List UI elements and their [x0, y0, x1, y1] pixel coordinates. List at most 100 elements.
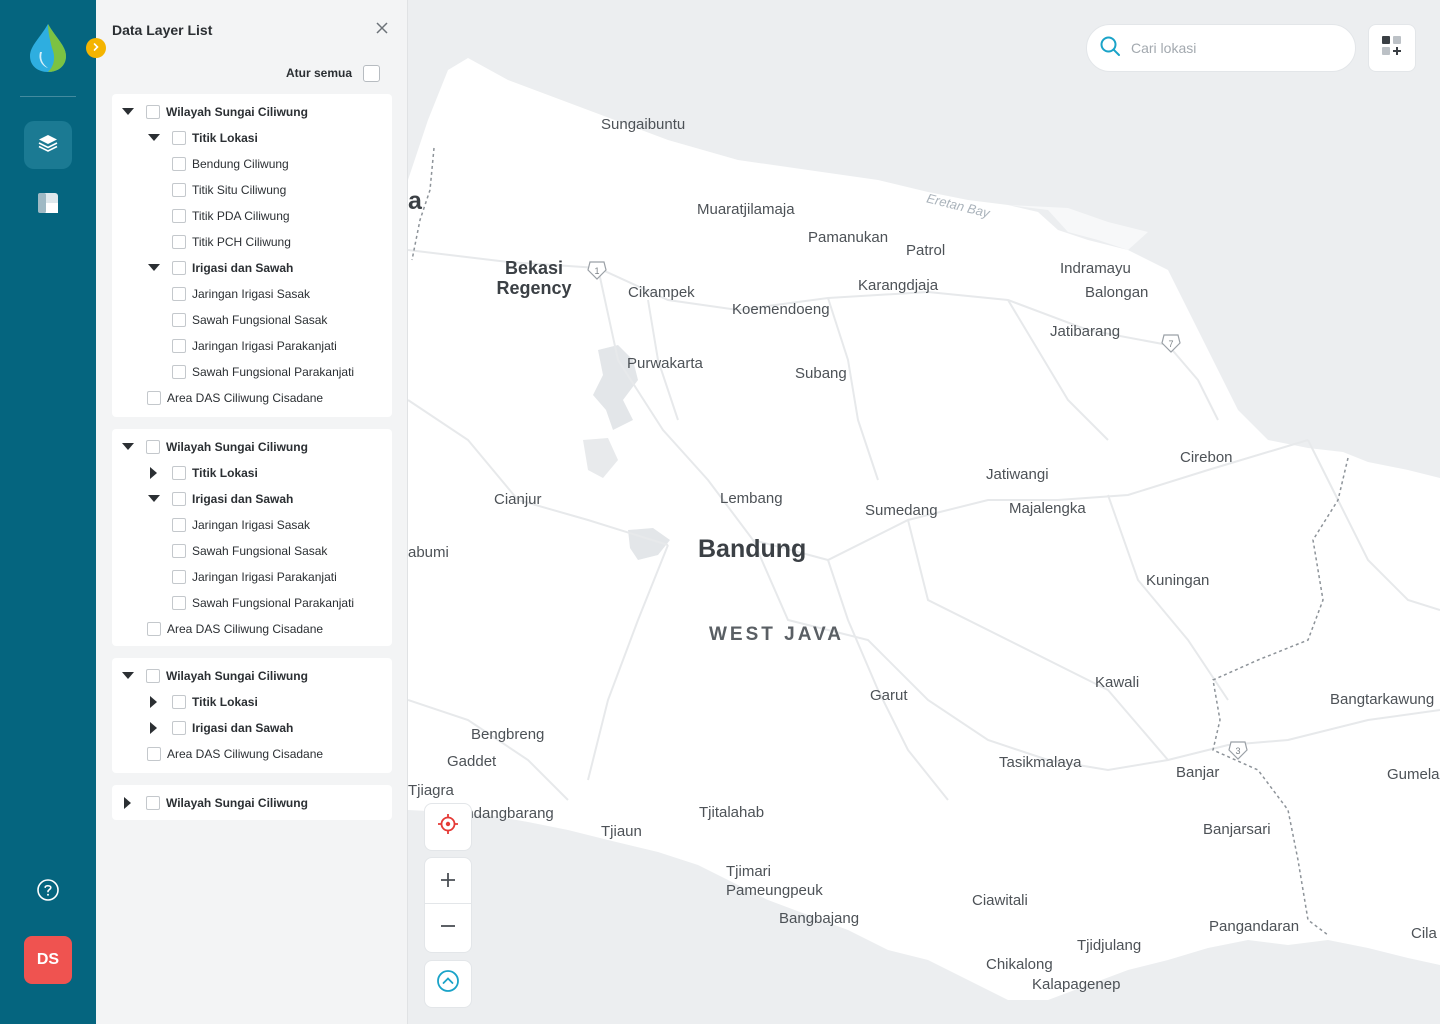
layer-item[interactable]: Titik PDA Ciliwung: [172, 203, 290, 229]
map-label: Bangbajang: [779, 910, 860, 927]
expand-panel-button[interactable]: [86, 38, 106, 58]
caret-right-icon[interactable]: [147, 721, 161, 735]
checkbox[interactable]: [172, 721, 186, 735]
checkbox[interactable]: [172, 209, 186, 223]
zoom-in-button[interactable]: [425, 858, 471, 904]
map-label: Muaratjilamaja: [697, 201, 795, 218]
layer-item[interactable]: Area DAS Ciliwung Cisadane: [147, 741, 323, 767]
caret-right-icon[interactable]: [147, 466, 161, 480]
search-input[interactable]: [1131, 40, 1331, 56]
checkbox[interactable]: [146, 669, 160, 683]
user-avatar[interactable]: DS: [24, 936, 72, 984]
locate-me-button[interactable]: [424, 803, 472, 851]
checkbox[interactable]: [172, 695, 186, 709]
zoom-out-button[interactable]: [425, 904, 471, 950]
search-icon: [1099, 35, 1121, 62]
map-label: Koemendoeng: [732, 301, 830, 318]
subgroup-item[interactable]: Irigasi dan Sawah: [172, 715, 293, 741]
checkbox[interactable]: [172, 544, 186, 558]
layer-item[interactable]: Area DAS Ciliwung Cisadane: [147, 385, 323, 411]
caret-down-icon[interactable]: [121, 105, 135, 119]
map-label: Sungaibuntu: [601, 116, 686, 133]
set-all-label: Atur semua: [286, 66, 353, 80]
map-label: Patrol: [906, 242, 946, 259]
map-label: Gumela: [1387, 766, 1440, 783]
checkbox[interactable]: [172, 261, 186, 275]
road-shield-label: 1: [594, 266, 599, 276]
subgroup-item[interactable]: Irigasi dan Sawah: [172, 486, 293, 512]
layer-item[interactable]: Sawah Fungsional Parakanjati: [172, 359, 354, 385]
map-canvas[interactable]: 1 7 3 Sungaibuntu Muaratjilamaja Eretan …: [408, 0, 1440, 1024]
compass-button[interactable]: [424, 960, 472, 1008]
subgroup-item[interactable]: Titik Lokasi: [172, 460, 258, 486]
checkbox[interactable]: [172, 287, 186, 301]
set-all-checkbox[interactable]: [363, 65, 380, 82]
data-layer-panel: Data Layer List Atur semua Wilayah Sunga…: [96, 0, 408, 1024]
layer-item[interactable]: Bendung Ciliwung: [172, 151, 289, 177]
panel-title: Data Layer List: [112, 22, 213, 38]
layer-item[interactable]: Titik Situ Ciliwung: [172, 177, 286, 203]
layer-item[interactable]: Jaringan Irigasi Parakanjati: [172, 564, 337, 590]
zoom-controls: [424, 857, 472, 953]
layer-item[interactable]: Titik PCH Ciliwung: [172, 229, 291, 255]
checkbox[interactable]: [172, 596, 186, 610]
group-item[interactable]: Wilayah Sungai Ciliwung: [146, 790, 308, 816]
location-search-bar[interactable]: [1086, 24, 1356, 72]
checkbox[interactable]: [172, 518, 186, 532]
checkbox[interactable]: [147, 622, 161, 636]
plus-icon: [440, 868, 456, 894]
close-icon: [376, 21, 388, 39]
checkbox[interactable]: [172, 570, 186, 584]
layer-item[interactable]: Jaringan Irigasi Parakanjati: [172, 333, 337, 359]
reset-north-button[interactable]: [425, 961, 471, 1007]
crosshair-icon: [437, 813, 459, 841]
map-label: Balongan: [1085, 284, 1149, 301]
group-item[interactable]: Wilayah Sungai Ciliwung: [146, 663, 308, 689]
checkbox[interactable]: [172, 492, 186, 506]
checkbox[interactable]: [146, 440, 160, 454]
subgroup-item[interactable]: Titik Lokasi: [172, 689, 258, 715]
group-item[interactable]: Wilayah Sungai Ciliwung: [146, 434, 308, 460]
add-widget-icon: [1381, 35, 1403, 62]
subgroup-item[interactable]: Titik Lokasi: [172, 125, 258, 151]
caret-down-icon[interactable]: [121, 669, 135, 683]
help-button[interactable]: [24, 868, 72, 916]
map-label: Bengbreng: [471, 726, 545, 743]
checkbox[interactable]: [172, 131, 186, 145]
checkbox[interactable]: [172, 183, 186, 197]
checkbox[interactable]: [172, 466, 186, 480]
checkbox[interactable]: [172, 157, 186, 171]
checkbox[interactable]: [172, 313, 186, 327]
checkbox[interactable]: [172, 339, 186, 353]
layer-item[interactable]: Sawah Fungsional Sasak: [172, 307, 327, 333]
map-label: Chikalong: [986, 956, 1053, 973]
subgroup-item[interactable]: Irigasi dan Sawah: [172, 255, 293, 281]
caret-right-icon[interactable]: [147, 695, 161, 709]
close-panel-button[interactable]: [374, 22, 390, 38]
basemap-nav-button[interactable]: [24, 181, 72, 229]
layer-item[interactable]: Jaringan Irigasi Sasak: [172, 281, 310, 307]
layer-item[interactable]: Sawah Fungsional Sasak: [172, 538, 327, 564]
layers-nav-button[interactable]: [24, 121, 72, 169]
checkbox[interactable]: [146, 105, 160, 119]
map-label: Garut: [870, 687, 908, 704]
add-layer-button[interactable]: [1368, 24, 1416, 72]
checkbox[interactable]: [146, 796, 160, 810]
caret-down-icon[interactable]: [147, 261, 161, 275]
group-item[interactable]: Wilayah Sungai Ciliwung: [146, 99, 308, 125]
caret-down-icon[interactable]: [121, 440, 135, 454]
caret-down-icon[interactable]: [147, 131, 161, 145]
checkbox[interactable]: [172, 365, 186, 379]
layer-item[interactable]: Area DAS Ciliwung Cisadane: [147, 616, 323, 642]
caret-down-icon[interactable]: [147, 492, 161, 506]
checkbox[interactable]: [147, 747, 161, 761]
map-label: Bandung: [698, 535, 807, 563]
locate-button[interactable]: [425, 804, 471, 850]
layer-item[interactable]: Jaringan Irigasi Sasak: [172, 512, 310, 538]
map-label: Ciawitali: [972, 892, 1028, 909]
caret-right-icon[interactable]: [121, 796, 135, 810]
checkbox[interactable]: [147, 391, 161, 405]
checkbox[interactable]: [172, 235, 186, 249]
map-label: Cianjur: [494, 491, 542, 508]
layer-item[interactable]: Sawah Fungsional Parakanjati: [172, 590, 354, 616]
